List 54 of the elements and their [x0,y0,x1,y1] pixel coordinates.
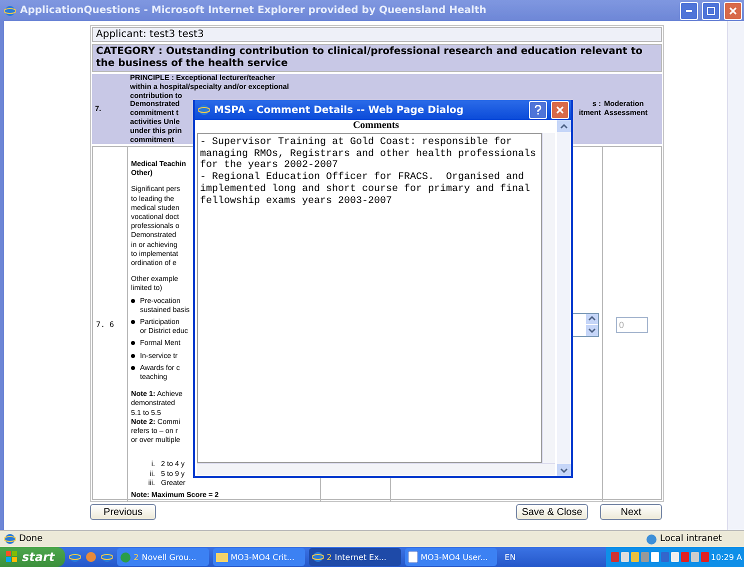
language-indicator[interactable]: EN [500,552,520,562]
window-count: 2 [134,552,139,562]
bullet-icon [131,341,135,346]
browser-icon [68,551,81,563]
page-icon [4,533,16,545]
globe-icon [120,552,131,562]
start-button[interactable]: start [0,547,65,567]
minimize-icon [686,10,692,12]
browser-icon [312,551,324,563]
browser-icon [100,551,113,563]
browser-icon [4,4,16,16]
save-close-button[interactable]: Save & Close [516,504,588,520]
previous-button[interactable]: Previous [90,504,156,520]
taskbar-button[interactable]: MO3-MO4 User... [404,548,497,566]
task-label: Novell Grou... [142,552,196,562]
horizontal-scrollbar[interactable] [197,463,555,476]
taskbar-button[interactable]: MO3-MO4 Crit... [212,548,305,566]
task-label: MO3-MO4 User... [420,552,488,562]
dialog-title: MSPA - Comment Details -- Web Page Dialog [214,104,465,116]
close-button[interactable] [724,2,742,20]
help-button[interactable] [529,101,547,119]
bullet-icon [131,298,135,303]
maximize-icon [707,6,715,14]
task-label: MO3-MO4 Crit... [230,552,295,562]
close-button[interactable] [551,101,569,119]
bullet-icon [131,366,135,370]
close-icon [729,6,737,14]
comment-field[interactable]: - Supervisor Training at Gold Coast: responsible for managing RMOs, Registrars and other health professionals for the years 2002-2007 - Regional Education Officer for FRACS. Organised and implemented long and short course for primary and final fellowship exams years 2003-2007 [197,133,542,463]
browser-icon [198,104,210,116]
bullet-icon [131,354,135,358]
maximize-button[interactable] [702,2,720,20]
window-count: 2 [326,552,332,562]
task-label: Internet Ex... [334,552,386,562]
applicant-name: Applicant: test3 test3 [92,27,662,42]
status-text: Done [19,534,43,544]
category-heading: CATEGORY : Outstanding contribution to clinical/professional research and education relevant to the business of the health service [92,44,662,72]
taskbar-button[interactable]: 2 Internet Ex... [308,548,401,566]
textarea-scrollbar[interactable] [542,133,555,463]
windows-logo-icon [6,551,18,563]
zone-text: Local intranet [660,534,723,544]
globe-icon [646,534,657,544]
minimize-button[interactable] [680,2,698,20]
folder-icon [216,552,228,562]
close-icon [556,106,564,114]
bullet-icon [131,320,135,324]
document-icon [408,551,418,563]
clock: 10:29 A [710,552,742,562]
next-button[interactable]: Next [600,504,662,520]
taskbar-button[interactable]: 2 Novell Grou... [116,548,209,566]
comments-heading: Comments [352,120,400,133]
dialog-scrollbar[interactable] [557,120,571,476]
page-scrollbar[interactable] [727,21,744,530]
window-title: ApplicationQuestions - Microsoft Internet Explorer provided by Queensland Health [20,5,488,16]
question-mark-icon [534,105,542,115]
